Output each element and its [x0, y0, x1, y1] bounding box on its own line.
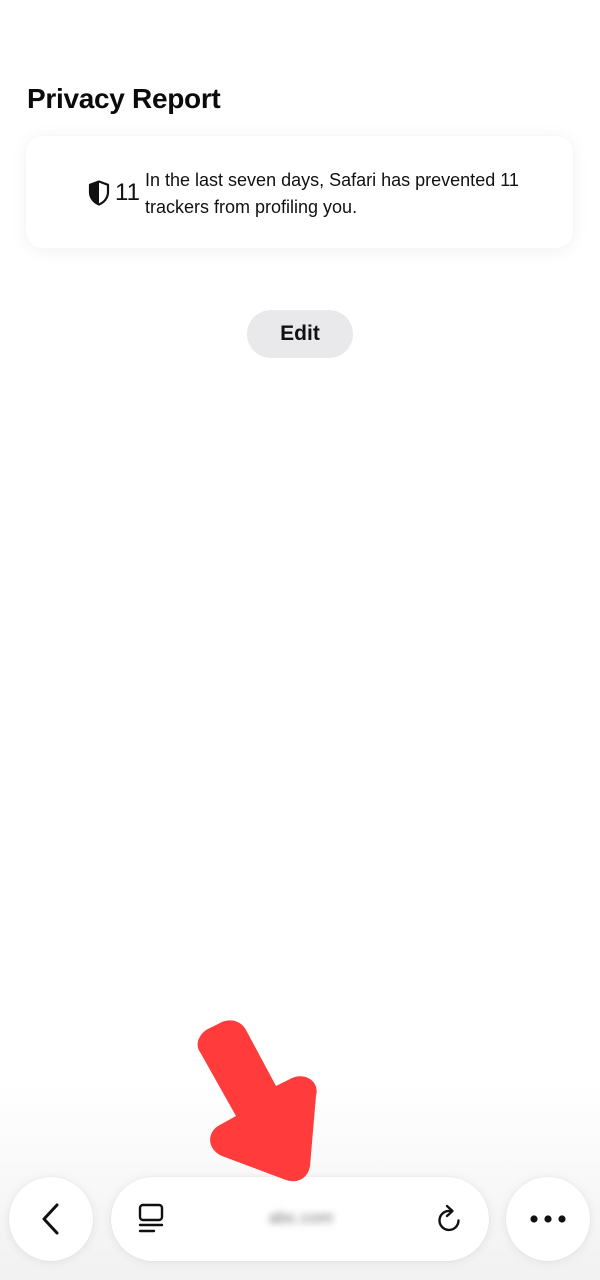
privacy-report-title: Privacy Report	[27, 83, 221, 114]
tab-overview-icon	[138, 1203, 164, 1233]
edit-button[interactable]: Edit	[247, 310, 353, 358]
shield-icon	[88, 180, 110, 206]
tracker-summary-badge: 11	[88, 179, 140, 207]
chevron-left-icon	[42, 1203, 59, 1235]
reload-button[interactable]	[433, 1202, 467, 1236]
tab-overview-button[interactable]	[135, 1201, 167, 1235]
tracker-count: 11	[115, 179, 140, 206]
annotation-arrow-shape	[197, 1020, 317, 1182]
address-bar[interactable]: abc.com	[111, 1177, 489, 1261]
safari-start-page: Privacy Report 11 In the last seven days…	[0, 0, 600, 1280]
privacy-report-card[interactable]: 11 In the last seven days, Safari has pr…	[26, 136, 573, 248]
more-dots-icon	[530, 1215, 566, 1223]
reload-icon	[438, 1204, 460, 1232]
back-button[interactable]	[9, 1177, 93, 1261]
privacy-report-summary: In the last seven days, Safari has preve…	[145, 170, 519, 217]
annotation-arrow-icon	[197, 1020, 317, 1182]
more-button[interactable]	[506, 1177, 590, 1261]
address-text[interactable]: abc.com	[251, 1205, 351, 1231]
